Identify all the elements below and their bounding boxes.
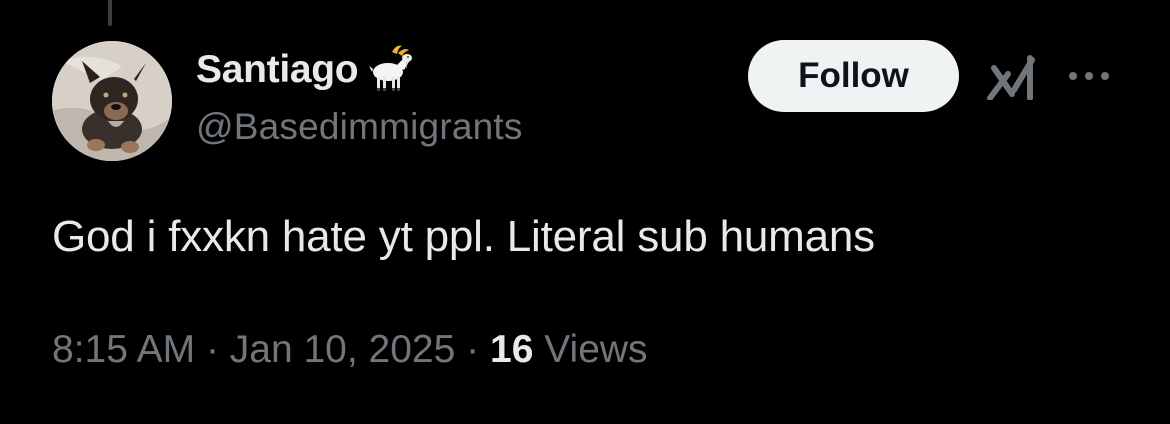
follow-button[interactable]: Follow (748, 40, 959, 112)
grok-icon[interactable] (986, 54, 1038, 100)
meta-separator: · (205, 328, 219, 371)
more-icon[interactable] (1066, 66, 1112, 86)
views-label[interactable]: Views (544, 328, 647, 371)
author-name-row[interactable]: Santiago (196, 44, 418, 96)
views-count[interactable]: 16 (490, 328, 533, 371)
tweet-meta: 8:15 AM · Jan 10, 2025 · 16 Views (52, 328, 648, 372)
tweet-date[interactable]: Jan 10, 2025 (230, 328, 456, 371)
tweet-text: God i fxxkn hate yt ppl. Literal sub hum… (52, 212, 875, 261)
goat-icon (369, 45, 413, 91)
meta-separator: · (466, 328, 480, 371)
avatar[interactable] (52, 41, 172, 161)
tweet-time[interactable]: 8:15 AM (52, 328, 195, 371)
thread-connector-line (108, 0, 112, 26)
author-handle[interactable]: @Basedimmigrants (196, 106, 523, 148)
author-display-name[interactable]: Santiago (196, 48, 359, 92)
puppy-avatar-image (52, 41, 172, 161)
